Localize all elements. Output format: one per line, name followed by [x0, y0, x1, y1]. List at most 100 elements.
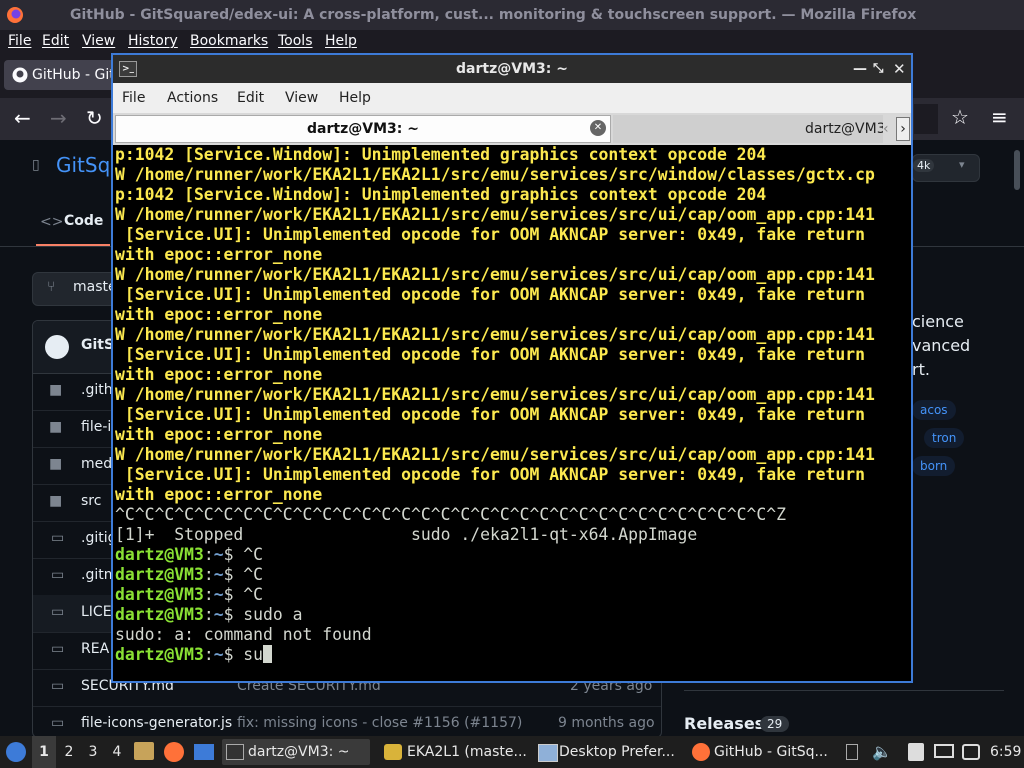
term-menu-view[interactable]: View: [285, 83, 318, 113]
terminal-titlebar[interactable]: >_ dartz@VM3: ~ — ⤡ ✕: [113, 55, 911, 83]
volume-icon[interactable]: 🔈: [872, 736, 892, 768]
eka2l1-icon: [384, 744, 402, 760]
close-icon[interactable]: ✕: [893, 55, 906, 83]
terminal-line: p:1042 [Service.Window]: Unimplemented g…: [115, 145, 766, 165]
term-menu-help[interactable]: Help: [339, 83, 371, 113]
file-manager-icon[interactable]: [134, 742, 154, 760]
terminal-cursor: [263, 645, 273, 663]
log-warning-text: [Service.UI]: Unimplemented opcode for O…: [115, 405, 865, 424]
commit-message[interactable]: fix: missing icons - close #1156 (#1157): [237, 715, 522, 731]
prompt-command: $ sudo a: [223, 605, 303, 624]
clock[interactable]: 6:59: [990, 736, 1021, 768]
terminal-line: dartz@VM3:~$ ^C: [115, 545, 263, 565]
terminal-line: dartz@VM3:~$ ^C: [115, 565, 263, 585]
app-menu-icon[interactable]: ≡: [991, 105, 1008, 129]
task-firefox[interactable]: GitHub - GitSq...: [690, 739, 840, 765]
tab-close-icon[interactable]: ✕: [590, 120, 606, 136]
workspace-2[interactable]: 2: [57, 736, 81, 768]
file-name[interactable]: file-icons-generator.js: [81, 715, 232, 731]
terminal-line: [1]+ Stopped sudo ./eka2l1-qt-x64.AppIma…: [115, 525, 697, 545]
maximize-icon[interactable]: ⤡: [873, 55, 883, 83]
terminal-line: with epoc::error_none: [115, 425, 322, 445]
log-warning-text: with epoc::error_none: [115, 485, 323, 504]
log-warning-text: [Service.UI]: Unimplemented opcode for O…: [115, 285, 865, 304]
topic-tag[interactable]: acos: [912, 400, 956, 420]
firefox-tab-github[interactable]: GitHub - Git: [4, 60, 116, 90]
task-label: dartz@VM3: ~: [248, 744, 350, 760]
tab-scroll-left-icon[interactable]: ‹: [883, 117, 893, 141]
terminal-line: dartz@VM3:~$ sudo a: [115, 605, 303, 625]
star-button[interactable]: 4k ▾: [912, 154, 980, 182]
ff-menu-tools[interactable]: Tools: [278, 30, 313, 52]
updates-icon[interactable]: [962, 744, 980, 760]
file-icon: ▭: [51, 678, 65, 694]
firefox-icon: [692, 743, 710, 761]
star-count: 4k: [913, 159, 935, 172]
ff-menu-history[interactable]: History: [128, 30, 178, 52]
task-desktop-preferences[interactable]: Desktop Prefer...: [534, 739, 684, 765]
app-menu-icon[interactable]: [6, 742, 26, 762]
bookmark-star-icon[interactable]: ☆: [951, 105, 969, 129]
terminal-line: W /home/runner/work/EKA2L1/EKA2L1/src/em…: [115, 325, 875, 345]
forward-icon[interactable]: →: [50, 106, 67, 130]
log-warning-text: p:1042 [Service.Window]: Unimplemented g…: [115, 145, 767, 164]
repo-name[interactable]: GitSq: [56, 153, 110, 177]
firefox-menubar: File Edit View History Bookmarks Tools H…: [0, 30, 1024, 52]
term-menu-edit[interactable]: Edit: [237, 83, 264, 113]
terminal-output[interactable]: p:1042 [Service.Window]: Unimplemented g…: [113, 145, 911, 681]
terminal-line: p:1042 [Service.Window]: Unimplemented g…: [115, 185, 766, 205]
file-name[interactable]: LICE: [81, 604, 112, 620]
urlbar-end[interactable]: [914, 104, 938, 134]
desktop-icon[interactable]: [194, 744, 214, 760]
firefox-launcher-icon[interactable]: [164, 742, 184, 762]
term-menu-actions[interactable]: Actions: [167, 83, 218, 113]
file-name[interactable]: REA: [81, 641, 109, 657]
output-text: ^C^C^C^C^C^C^C^C^C^C^C^C^C^C^C^C^C^C^C^C…: [115, 505, 787, 524]
github-icon: [12, 67, 28, 83]
minimize-icon[interactable]: —: [853, 55, 867, 83]
releases-heading[interactable]: Releases: [684, 714, 764, 733]
workspace-1[interactable]: 1: [32, 736, 56, 768]
sidebar-divider: [684, 690, 1004, 691]
log-warning-text: W /home/runner/work/EKA2L1/EKA2L1/src/em…: [115, 445, 875, 464]
terminal-tabbar: dartz@VM3: ~ ✕ dartz@VM3: ~ ‹ ›: [113, 113, 911, 145]
commit-author[interactable]: GitS: [81, 337, 114, 353]
scrollbar-thumb[interactable]: [1014, 150, 1020, 190]
terminal-line: dartz@VM3:~$ ^C: [115, 585, 263, 605]
commit-time: 9 months ago: [558, 715, 655, 731]
terminal-tab-active[interactable]: dartz@VM3: ~ ✕: [115, 115, 611, 143]
task-eka2l1[interactable]: EKA2L1 (maste...: [380, 739, 528, 765]
back-icon[interactable]: ←: [14, 106, 31, 130]
workspace-3[interactable]: 3: [81, 736, 105, 768]
log-warning-text: [Service.UI]: Unimplemented opcode for O…: [115, 465, 865, 484]
file-name[interactable]: src: [81, 493, 101, 509]
ff-menu-view[interactable]: View: [82, 30, 115, 52]
terminal-icon: [226, 744, 244, 760]
term-menu-file[interactable]: File: [122, 83, 145, 113]
task-terminal[interactable]: dartz@VM3: ~: [222, 739, 370, 765]
tray-battery-icon[interactable]: [846, 744, 858, 760]
workspace-4[interactable]: 4: [105, 736, 129, 768]
file-icon: ▭: [51, 604, 65, 620]
about-line: rt.: [912, 360, 930, 379]
tab-code[interactable]: Code: [64, 213, 103, 229]
ff-menu-edit[interactable]: Edit: [42, 30, 69, 52]
topic-tag[interactable]: born: [912, 456, 956, 476]
terminal-tab-inactive[interactable]: dartz@VM3: ~: [613, 115, 883, 143]
task-label: GitHub - GitSq...: [714, 744, 828, 760]
terminal-line: W /home/runner/work/EKA2L1/EKA2L1/src/em…: [115, 205, 875, 225]
prompt-user-host: dartz@VM3: [115, 645, 204, 664]
network-icon[interactable]: [934, 744, 954, 758]
avatar: [45, 335, 69, 359]
prompt-separator: :: [203, 585, 214, 604]
terminal-menubar: File Actions Edit View Help: [113, 83, 911, 113]
clipboard-icon[interactable]: [908, 743, 924, 761]
table-row[interactable]: ▭ file-icons-generator.js fix: missing i…: [33, 706, 661, 737]
tab-scroll-right-icon[interactable]: ›: [896, 117, 910, 141]
log-warning-text: [Service.UI]: Unimplemented opcode for O…: [115, 345, 865, 364]
topic-tag[interactable]: tron: [924, 428, 965, 448]
ff-menu-bookmarks[interactable]: Bookmarks: [190, 30, 268, 52]
ff-menu-help[interactable]: Help: [325, 30, 357, 52]
reload-icon[interactable]: ↻: [86, 106, 103, 130]
ff-menu-file[interactable]: File: [8, 30, 31, 52]
